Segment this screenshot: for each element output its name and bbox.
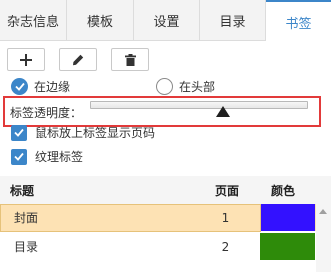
trash-icon	[124, 53, 136, 66]
check-icon	[14, 152, 24, 161]
opacity-slider-thumb[interactable]	[216, 106, 230, 117]
table-scrollbar[interactable]	[316, 204, 331, 272]
tab-magazine-info[interactable]: 杂志信息	[0, 0, 67, 41]
column-header-page[interactable]: 页面	[190, 182, 260, 199]
position-edge-option[interactable]: 在边缘	[11, 78, 70, 95]
bookmark-toolbar	[7, 48, 149, 71]
edit-bookmark-button[interactable]	[59, 48, 97, 71]
tab-settings[interactable]: 设置	[134, 0, 200, 41]
texture-checkbox[interactable]	[11, 148, 27, 165]
table-header: 标题 页面 颜色	[0, 176, 331, 204]
tab-template[interactable]: 模板	[67, 0, 134, 41]
tab-bookmarks[interactable]: 书签	[266, 0, 331, 42]
position-edge-radio[interactable]	[11, 78, 28, 95]
position-edge-label: 在边缘	[34, 80, 71, 94]
scroll-up-icon[interactable]	[319, 209, 327, 214]
opacity-label: 标签透明度：	[10, 106, 83, 120]
position-head-label: 在头部	[179, 80, 216, 94]
position-head-option[interactable]: 在头部	[156, 78, 215, 95]
table-row[interactable]: 目录 2	[0, 233, 331, 260]
row-page: 1	[190, 210, 260, 225]
check-icon	[14, 82, 25, 91]
hover-page-label: 鼠标放上标签显示页码	[35, 126, 156, 140]
hover-page-option[interactable]: 鼠标放上标签显示页码	[11, 124, 155, 141]
column-header-color[interactable]: 颜色	[260, 182, 331, 199]
add-bookmark-button[interactable]	[7, 48, 45, 71]
opacity-slider-track[interactable]	[90, 101, 308, 109]
pencil-icon	[73, 54, 84, 65]
tab-contents[interactable]: 目录	[200, 0, 266, 41]
row-color-swatch[interactable]	[260, 204, 315, 231]
column-header-title[interactable]: 标题	[0, 182, 190, 199]
texture-option[interactable]: 纹理标签	[11, 148, 83, 165]
row-title: 目录	[14, 240, 39, 254]
tab-bar: 杂志信息 模板 设置 目录 书签	[0, 0, 331, 42]
position-head-radio[interactable]	[156, 78, 173, 95]
hover-page-checkbox[interactable]	[11, 124, 27, 141]
row-page: 2	[221, 239, 230, 254]
delete-bookmark-button[interactable]	[111, 48, 149, 71]
row-color-swatch[interactable]	[260, 233, 315, 260]
plus-icon	[20, 53, 32, 66]
check-icon	[14, 128, 24, 137]
table-row[interactable]: 封面 1	[0, 204, 331, 231]
texture-label: 纹理标签	[35, 150, 84, 164]
row-title: 封面	[0, 209, 190, 226]
bookmark-table: 标题 页面 颜色 封面 1 目录 2	[0, 176, 331, 260]
